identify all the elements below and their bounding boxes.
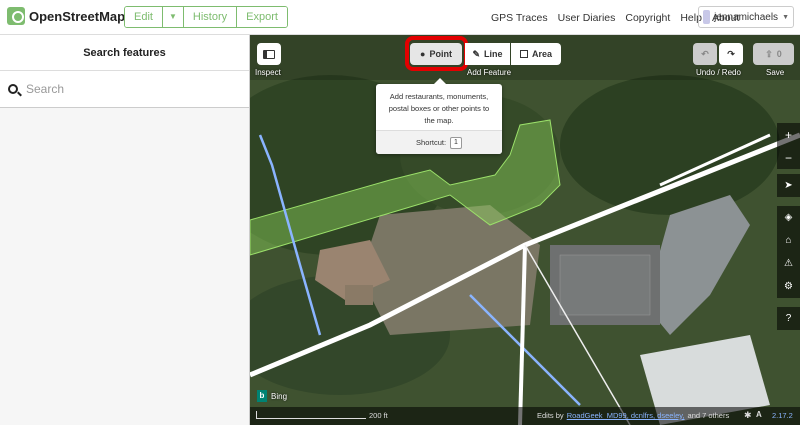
warning-icon: ⚠: [784, 258, 793, 269]
map-canvas[interactable]: Inspect ● Point ✎ Line Area Add Feature …: [250, 35, 800, 425]
osm-logo-icon: [7, 7, 25, 25]
layers-icon: ◈: [784, 212, 793, 223]
scale-bar[interactable]: [256, 411, 366, 419]
nav-link-copyright[interactable]: Copyright: [625, 12, 670, 24]
zoom-in-button[interactable]: +: [777, 123, 800, 146]
location-arrow-icon: ➤: [784, 180, 793, 191]
map-footer: 200 ft Edits by RoadGeek_MD99, dcnlfrs, …: [250, 407, 800, 425]
search-input[interactable]: [26, 82, 226, 96]
user-menu[interactable]: jennamichaels ▼: [698, 6, 794, 28]
satellite-imagery: [250, 35, 800, 425]
imagery-attribution[interactable]: b Bing: [257, 390, 287, 402]
plus-icon: +: [784, 127, 792, 142]
map-controls: + − ➤ ◈ ⌂ ⚠ ⚙ ?: [777, 123, 800, 330]
edit-attribution: Edits by RoadGeek_MD99, dcnlfrs, dseeley…: [537, 411, 729, 420]
redo-button[interactable]: ↷: [719, 43, 743, 65]
minus-icon: −: [784, 150, 792, 165]
top-navbar: OpenStreetMap Edit ▼ History Export GPS …: [0, 0, 800, 35]
upload-icon: ⇪: [765, 48, 773, 59]
tooltip-shortcut: Shortcut: 1: [376, 130, 502, 154]
map-data-icon: ⌂: [785, 235, 792, 246]
search-row: [0, 71, 249, 108]
save-button[interactable]: ⇪ 0: [753, 43, 794, 65]
highlight-box: [405, 36, 468, 71]
add-area-button[interactable]: Area: [511, 43, 561, 65]
save-count: 0: [776, 49, 782, 59]
user-gear-icon: ⚙: [784, 281, 793, 292]
map-data-button[interactable]: ⌂: [777, 229, 800, 252]
help-button[interactable]: ?: [777, 307, 800, 330]
undo-redo-label: Undo / Redo: [696, 68, 741, 77]
geolocate-button[interactable]: ➤: [777, 174, 800, 197]
save-label: Save: [766, 68, 785, 77]
undo-button[interactable]: ↶: [693, 43, 717, 65]
version-label[interactable]: 2.17.2: [772, 411, 793, 420]
edits-suffix: and 7 others: [687, 411, 730, 420]
search-icon: [8, 84, 18, 94]
point-tooltip: Add restaurants, monuments, postal boxes…: [376, 78, 502, 154]
nav-link-user-diaries[interactable]: User Diaries: [558, 12, 616, 24]
scale-label: 200 ft: [369, 411, 388, 420]
zoom-out-button[interactable]: −: [777, 146, 800, 169]
edit-button[interactable]: Edit: [125, 7, 163, 27]
username: jennamichaels: [714, 11, 779, 23]
export-button[interactable]: Export: [237, 7, 287, 27]
edits-prefix: Edits by: [537, 411, 564, 420]
brand-name: OpenStreetMap: [29, 8, 126, 24]
preferences-button[interactable]: ⚙: [777, 275, 800, 298]
sidebar-title: Search features: [0, 35, 249, 71]
line-button-label: Line: [484, 49, 503, 59]
edit-button-group: Edit ▼ History Export: [124, 6, 288, 28]
add-line-button[interactable]: ✎ Line: [465, 43, 510, 65]
help-icon: ?: [785, 313, 792, 324]
accessibility-icon[interactable]: A: [756, 410, 762, 419]
inspect-label: Inspect: [255, 68, 281, 77]
shortcut-key: 1: [450, 136, 462, 149]
imagery-label: Bing: [271, 391, 288, 401]
avatar: [703, 10, 711, 24]
add-feature-label: Add Feature: [467, 68, 512, 77]
bing-logo-icon: b: [257, 390, 267, 402]
shortcut-label: Shortcut:: [416, 138, 447, 147]
area-square-icon: [519, 50, 528, 58]
editors-list[interactable]: RoadGeek_MD99, dcnlfrs, dseeley,: [567, 411, 685, 420]
inspect-toggle[interactable]: [257, 43, 281, 65]
issues-button[interactable]: ⚠: [777, 252, 800, 275]
edit-dropdown-caret-icon[interactable]: ▼: [162, 7, 184, 27]
sidebar-toggle-icon: [263, 49, 275, 59]
brand-logo[interactable]: OpenStreetMap: [7, 7, 125, 25]
background-layers-button[interactable]: ◈: [777, 206, 800, 229]
redo-icon: ↷: [727, 48, 735, 59]
sidebar: Search features: [0, 35, 250, 425]
chevron-down-icon: ▼: [782, 13, 789, 21]
area-button-label: Area: [531, 49, 552, 59]
bug-icon[interactable]: ✱: [744, 410, 752, 421]
nav-link-gps-traces[interactable]: GPS Traces: [491, 12, 548, 24]
undo-icon: ↶: [701, 48, 709, 59]
history-button[interactable]: History: [183, 7, 238, 27]
pencil-icon: ✎: [472, 48, 481, 59]
tooltip-description: Add restaurants, monuments, postal boxes…: [388, 92, 490, 125]
